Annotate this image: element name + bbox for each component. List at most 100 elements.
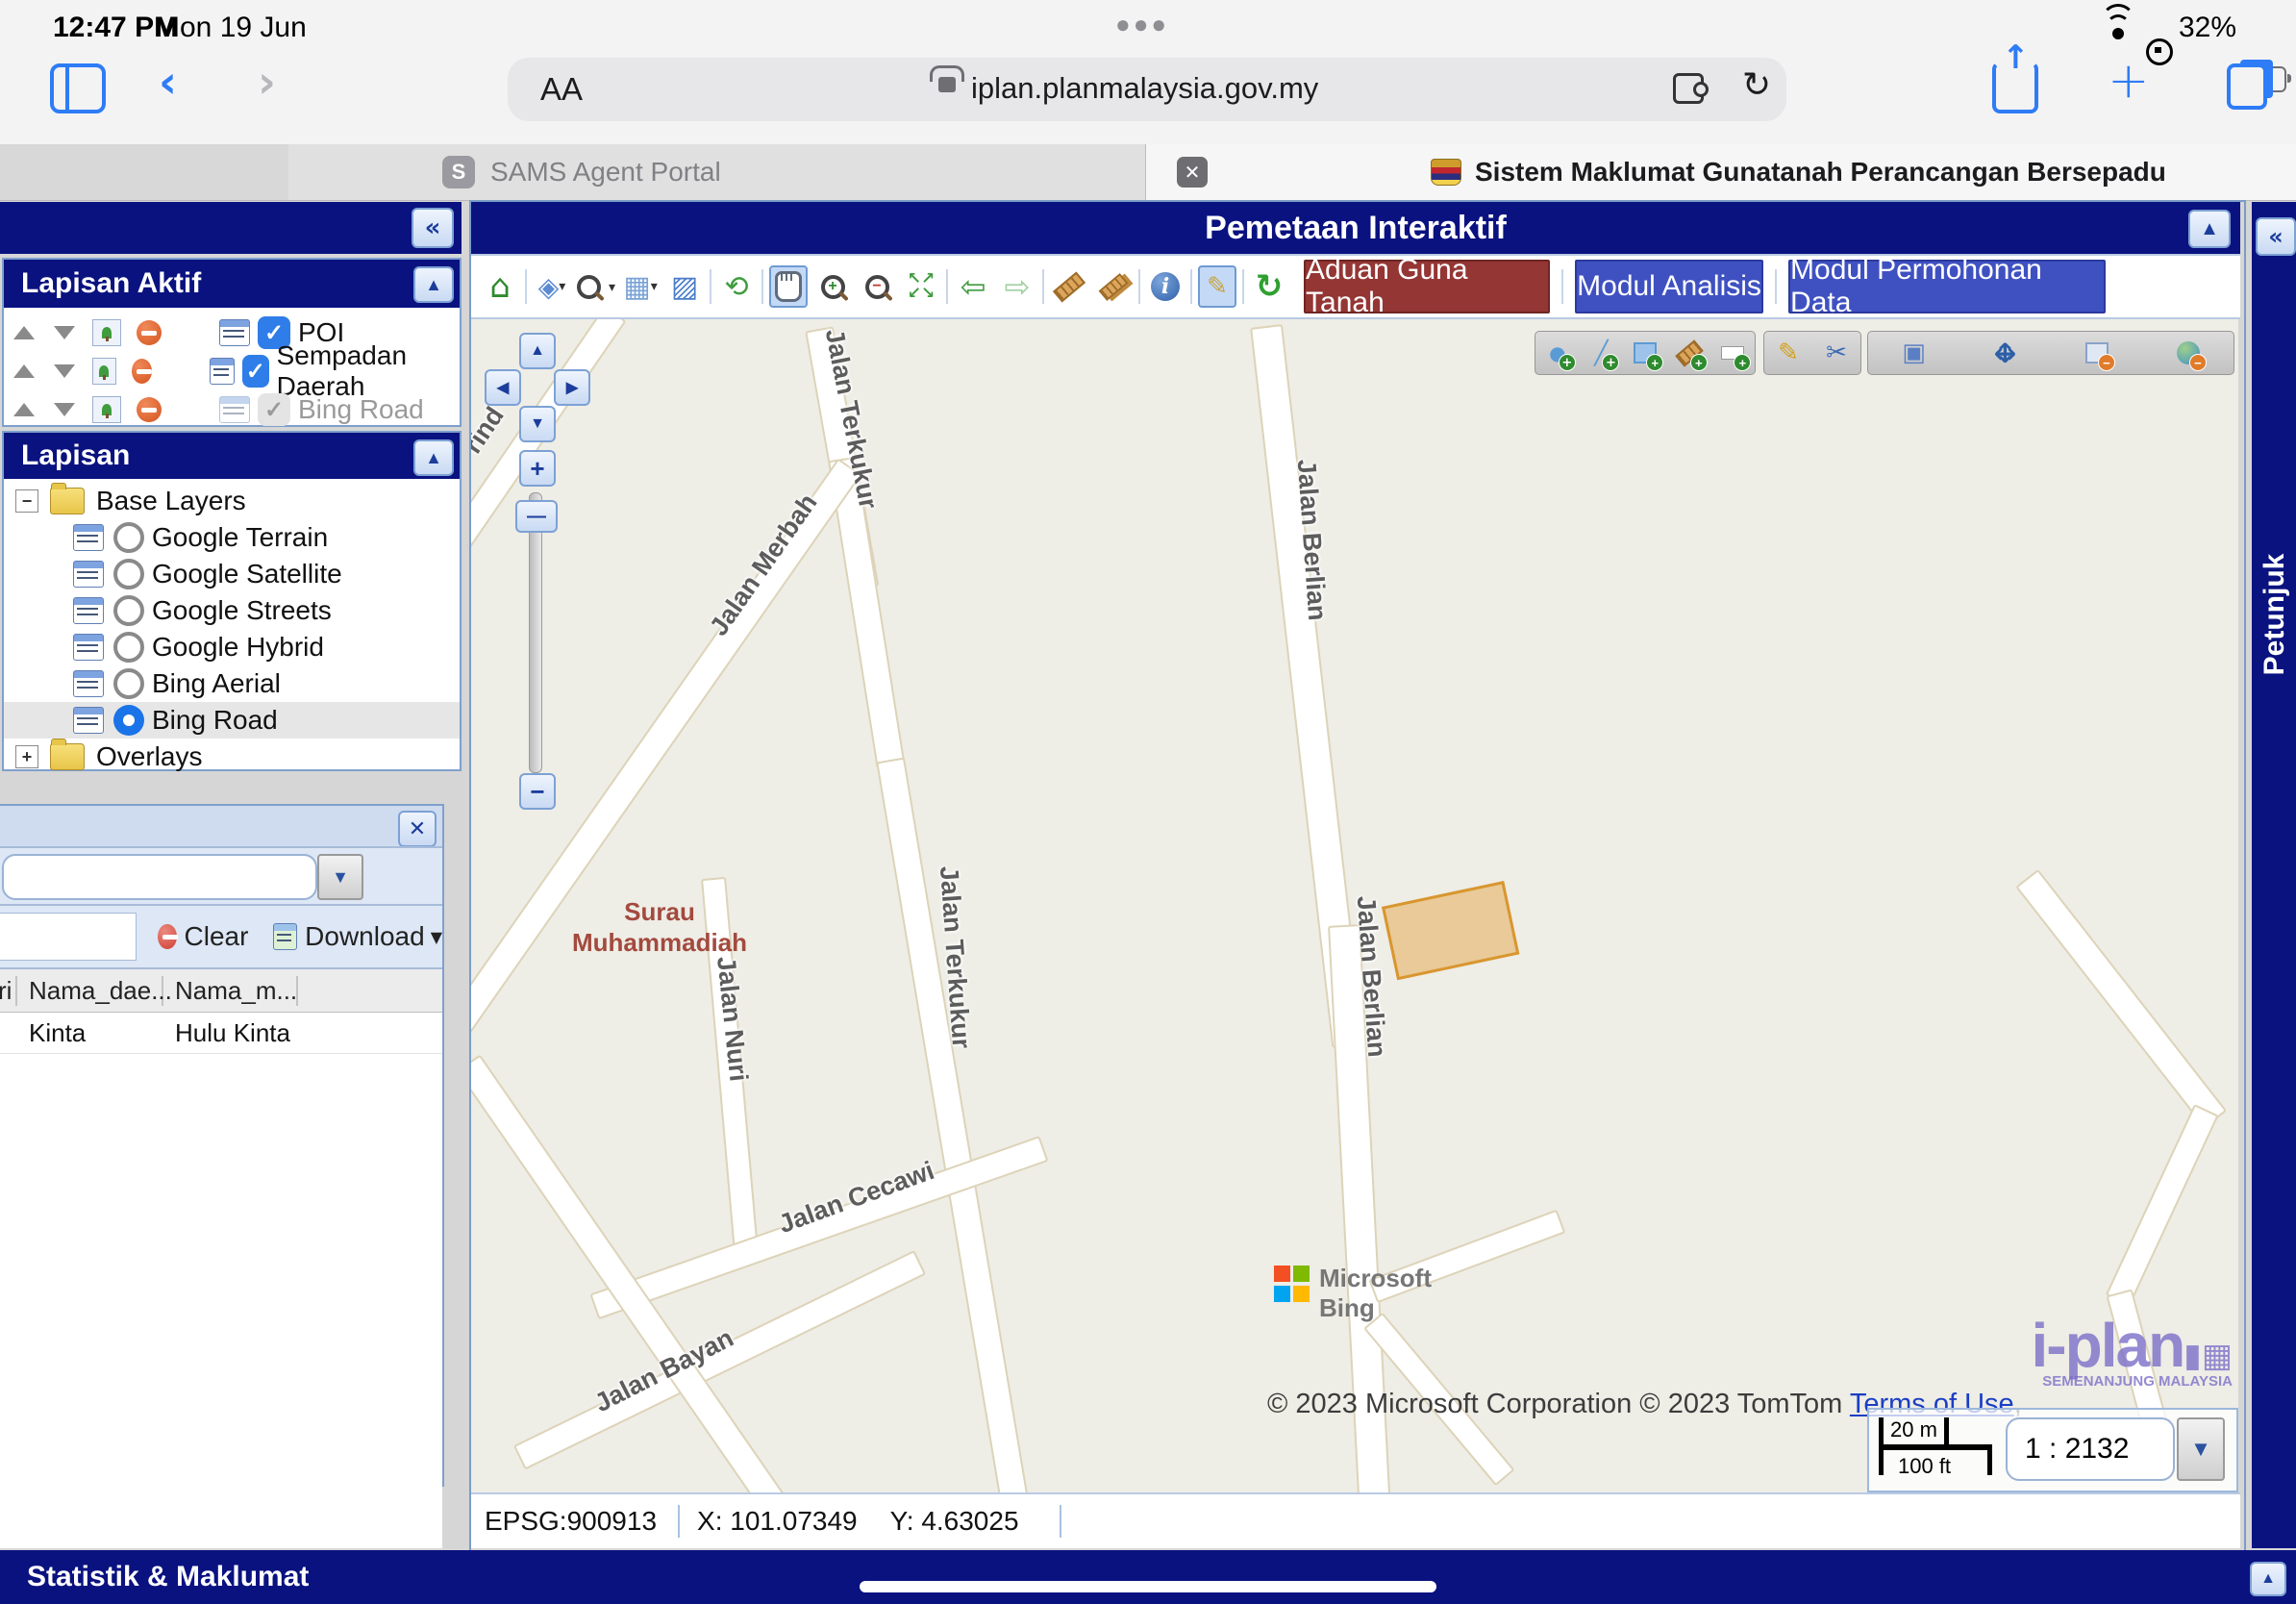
layer-properties-icon[interactable] [73, 524, 104, 551]
statistik-bar[interactable]: Statistik & Maklumat ▲ [0, 1550, 2296, 1604]
deselect-icon[interactable]: − [2080, 336, 2114, 370]
collapse-map-icon[interactable]: ▲ [2188, 210, 2231, 248]
layers-menu-icon[interactable]: ◈▾ [533, 265, 571, 308]
search-dropdown-icon[interactable]: ▼ [317, 854, 363, 900]
identify-info-icon[interactable]: i [1146, 265, 1185, 308]
layer-zoom-icon[interactable] [92, 358, 116, 385]
layer-zoom-icon[interactable] [92, 319, 121, 346]
remove-layer-icon[interactable] [137, 397, 162, 422]
reload-icon[interactable]: ↻ [1742, 65, 1771, 105]
zoom-out-button[interactable]: − [519, 773, 556, 810]
edit-pencil-icon[interactable]: ✎ [1771, 336, 1806, 370]
zoom-in-icon[interactable]: + [813, 265, 852, 308]
sidebar-toggle-icon[interactable] [50, 63, 106, 113]
sync-extent-icon[interactable]: ⟲ [717, 265, 756, 308]
search-combobox[interactable] [2, 854, 317, 900]
layer-properties-icon[interactable] [73, 634, 104, 661]
table-row[interactable]: Kinta Hulu Kinta [0, 1013, 442, 1054]
ellipsis-menu-icon[interactable]: ●●● [1115, 10, 1169, 39]
base-layer-row[interactable]: Google Hybrid [4, 629, 460, 665]
move-layer-up-icon[interactable] [13, 326, 35, 339]
base-layer-radio[interactable] [113, 632, 144, 663]
close-panel-icon[interactable]: ✕ [398, 811, 437, 847]
move-layer-up-icon[interactable] [13, 364, 35, 378]
home-extent-icon[interactable]: ⌂ [481, 265, 519, 308]
aduan-guna-tanah-button[interactable]: Aduan Guna Tanah [1304, 260, 1550, 313]
redline-edit-icon[interactable]: ✎ [1198, 265, 1236, 308]
zoom-slider-track[interactable] [529, 492, 542, 773]
map-overview-icon[interactable]: ▨ [665, 265, 704, 308]
base-layer-row[interactable]: Bing Aerial [4, 665, 460, 702]
cut-scissors-icon[interactable]: ✂ [1819, 336, 1854, 370]
previous-extent-icon[interactable]: ⇦ [954, 265, 992, 308]
move-layer-down-icon[interactable] [54, 403, 75, 416]
column-header[interactable]: Nama_m... [163, 976, 298, 1006]
selected-parcel-polygon[interactable] [1382, 881, 1519, 980]
search-menu-icon[interactable]: ▾ [577, 265, 615, 308]
draw-measure-icon[interactable]: + [1672, 336, 1707, 370]
clear-graphics-icon[interactable]: − [2171, 336, 2206, 370]
collapse-panel-icon[interactable]: ▲ [413, 266, 454, 303]
collapse-panel-icon[interactable]: ▲ [413, 439, 454, 476]
url-bar[interactable]: AA iplan.planmalaysia.gov.my ↻ [508, 58, 1786, 121]
clear-results-icon[interactable] [158, 924, 177, 949]
collapse-node-icon[interactable]: − [15, 489, 38, 513]
layer-properties-icon[interactable] [73, 670, 104, 697]
layer-checkbox[interactable]: ✓ [242, 355, 269, 388]
base-layer-radio[interactable] [113, 522, 144, 553]
forward-icon[interactable]: › [258, 56, 276, 108]
map-viewport[interactable]: Jalan Terkukur Jalan Terkukur Jalan Merb… [471, 319, 2238, 1492]
base-layer-radio[interactable] [113, 559, 144, 589]
scale-ratio-select[interactable]: 1 : 2132 [2006, 1417, 2175, 1481]
next-extent-icon[interactable]: ⇨ [998, 265, 1036, 308]
pan-west-icon[interactable]: ◀ [485, 369, 521, 406]
tab-close-icon[interactable]: ✕ [1177, 157, 1208, 188]
full-extent-icon[interactable]: ↖↗↙↘ [902, 265, 940, 308]
download-button[interactable]: Download [305, 921, 425, 952]
layer-properties-icon[interactable] [73, 707, 104, 734]
zoom-slider-handle[interactable]: — [515, 500, 558, 533]
layer-zoom-icon[interactable] [92, 396, 121, 423]
layer-properties-icon[interactable] [73, 597, 104, 624]
move-layer-down-icon[interactable] [54, 364, 75, 378]
expand-node-icon[interactable]: + [15, 745, 38, 768]
expand-statistik-icon[interactable]: ▲ [2250, 1562, 2286, 1596]
move-layer-down-icon[interactable] [54, 326, 75, 339]
basemap-gallery-icon[interactable]: ▦▾ [621, 265, 660, 308]
move-feature-icon[interactable]: ↔↕ [1988, 336, 2023, 370]
download-caret-icon[interactable]: ▼ [431, 928, 442, 946]
refresh-map-icon[interactable]: ↻ [1250, 265, 1288, 308]
modul-analisis-button[interactable]: Modul Analisis [1575, 260, 1763, 313]
base-layer-radio[interactable] [113, 668, 144, 699]
base-layer-row[interactable]: Google Streets [4, 592, 460, 629]
layer-properties-icon[interactable] [73, 561, 104, 588]
petunjuk-panel-tab[interactable]: « Petunjuk [2252, 202, 2296, 1548]
collapse-sidebar-icon[interactable]: « [412, 208, 454, 248]
base-layer-radio-selected[interactable] [113, 705, 144, 736]
base-layer-row[interactable]: Google Terrain [4, 519, 460, 556]
draw-polygon-icon[interactable]: + [1628, 336, 1662, 370]
base-layer-radio[interactable] [113, 595, 144, 626]
select-feature-icon[interactable]: ▣ [1897, 336, 1932, 370]
scale-dropdown-icon[interactable]: ▼ [2177, 1417, 2225, 1481]
back-icon[interactable]: ‹ [159, 56, 177, 108]
layer-properties-icon[interactable] [219, 319, 250, 346]
pan-north-icon[interactable]: ▲ [519, 333, 556, 369]
tree-node-overlays[interactable]: + Overlays [4, 739, 460, 775]
measure-area-icon[interactable] [1094, 265, 1133, 308]
base-layer-row-selected[interactable]: Bing Road [4, 702, 460, 739]
zoom-out-icon[interactable]: − [858, 265, 896, 308]
base-layer-row[interactable]: Google Satellite [4, 556, 460, 592]
measure-distance-icon[interactable] [1050, 265, 1088, 308]
draw-label-icon[interactable]: + [1715, 336, 1750, 370]
pan-south-icon[interactable]: ▼ [519, 406, 556, 442]
modul-permohonan-data-button[interactable]: Modul Permohonan Data [1788, 260, 2106, 313]
clear-button[interactable]: Clear [185, 921, 249, 952]
tab-iplan-active[interactable]: ✕ Sistem Maklumat Gunatanah Perancangan … [1146, 144, 2296, 200]
reader-button[interactable]: AA [540, 71, 583, 108]
tree-node-base-layers[interactable]: − Base Layers [4, 483, 460, 519]
zoom-in-button[interactable]: + [519, 450, 556, 487]
column-header[interactable]: ri [0, 976, 17, 1006]
extensions-icon[interactable] [1673, 73, 1704, 104]
home-indicator[interactable] [860, 1581, 1436, 1592]
